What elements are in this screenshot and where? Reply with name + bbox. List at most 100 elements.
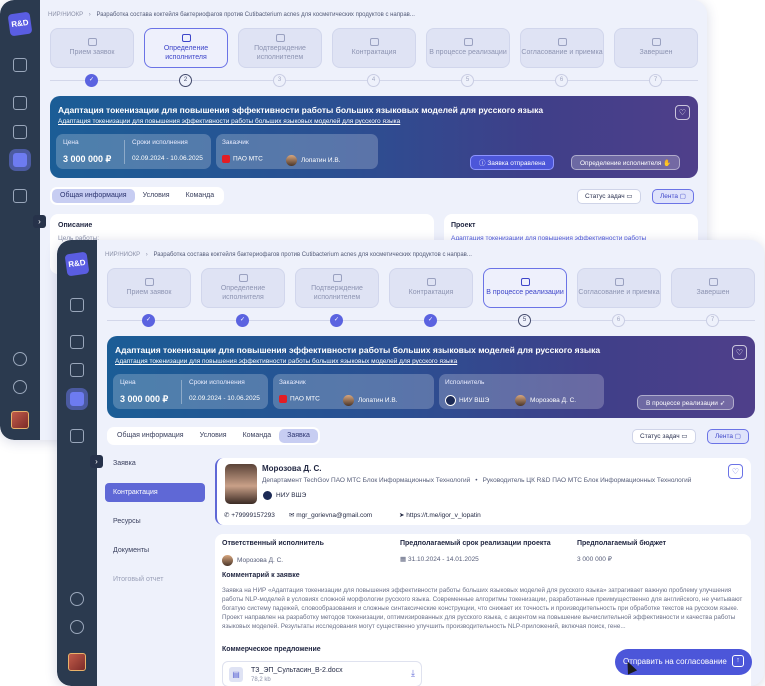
comment-paragraph: Проект направлен на разработку методов т…	[222, 614, 736, 630]
mail-icon[interactable]	[13, 189, 27, 203]
bell-icon[interactable]	[70, 620, 84, 634]
nav-documents[interactable]: Документы	[105, 541, 205, 560]
nav-final-report[interactable]: Итоговый отчет	[105, 570, 205, 589]
folder-icon[interactable]	[13, 96, 27, 110]
help-icon[interactable]	[70, 592, 84, 606]
step-executor-selection[interactable]: Определение исполнителя	[201, 268, 285, 308]
step-label: Определение исполнителя	[220, 285, 266, 301]
user-avatar[interactable]	[11, 411, 29, 429]
step-check-icon: ✓	[85, 74, 98, 87]
step-approval[interactable]: Согласование и приемка	[520, 28, 604, 68]
folder-icon[interactable]	[70, 335, 84, 349]
breadcrumb-root[interactable]: НИР/НИОКР	[48, 12, 83, 18]
step-contracting[interactable]: Контрактация	[389, 268, 473, 308]
period-label: Предполагаемый срок реализации проекта	[400, 540, 551, 547]
application-sent-button[interactable]: ⓘ Заявка отправлена	[470, 155, 555, 170]
executor-label: Исполнитель	[445, 379, 485, 386]
step-contracting[interactable]: Контрактация	[332, 28, 416, 68]
step-completed[interactable]: Завершен	[671, 268, 755, 308]
tab-general[interactable]: Общая информация	[52, 189, 135, 203]
step-number: 7	[706, 314, 719, 327]
step-icon	[87, 38, 97, 47]
step-icon	[238, 274, 248, 283]
project-subtitle-link[interactable]: Адаптация токенизации для повышения эффе…	[115, 358, 457, 365]
stage-button[interactable]: Определение исполнителя ✋	[571, 155, 681, 170]
person-avatar	[515, 395, 526, 406]
tab-general[interactable]: Общая информация	[109, 429, 192, 443]
favorite-heart-icon[interactable]: ♡	[732, 345, 747, 360]
step-completed[interactable]: Завершен	[614, 28, 698, 68]
send-for-approval-button[interactable]: Отправить на согласование ↑	[615, 649, 752, 675]
favorite-heart-icon[interactable]: ♡	[675, 105, 690, 120]
project-subtitle-link[interactable]: Адаптация токенизации для повышения эффе…	[58, 118, 400, 125]
workflow-steps: Прием заявок Определение исполнителя Под…	[50, 28, 698, 68]
clipboard-icon[interactable]	[13, 153, 27, 167]
shield-icon[interactable]	[13, 125, 27, 139]
breadcrumb: НИР/НИОКР › Разработка состава коктейля …	[105, 252, 472, 258]
upload-icon: ↑	[732, 655, 744, 667]
shield-icon[interactable]	[70, 363, 84, 377]
tabs: Общая информация Условия Команда	[50, 187, 225, 205]
user-avatar[interactable]	[68, 653, 86, 671]
price-terms-card: Цена 3 000 000 ₽ Сроки исполнения 02.09.…	[113, 374, 268, 409]
step-in-progress[interactable]: В процессе реализации	[483, 268, 567, 308]
step-number: 7	[649, 74, 662, 87]
step-number: 5	[461, 74, 474, 87]
sidebar-collapse-icon[interactable]: ›	[33, 215, 46, 228]
step-executor-confirmation[interactable]: Подтверждение исполнителем	[295, 268, 379, 308]
dashboard-icon[interactable]	[70, 298, 84, 312]
step-executor-confirmation[interactable]: Подтверждение исполнителем	[238, 28, 322, 68]
mail-icon[interactable]	[70, 429, 84, 443]
nav-contracting[interactable]: Контрактация	[105, 483, 205, 502]
dashboard-icon[interactable]	[13, 58, 27, 72]
step-label: Завершен	[639, 49, 673, 57]
tab-conditions[interactable]: Условия	[135, 189, 178, 203]
clipboard-icon[interactable]	[70, 392, 84, 406]
favorite-heart-icon[interactable]: ♡	[728, 464, 743, 479]
workflow-steps: Прием заявок Определение исполнителя Под…	[107, 268, 755, 308]
executor-org: НИУ ВШЭ	[445, 395, 489, 406]
task-status-button[interactable]: Статус задач ▭	[577, 189, 641, 204]
step-label: В процессе реализации	[429, 49, 507, 57]
feed-button[interactable]: Лента ▢	[707, 429, 749, 444]
step-check-icon: ✓	[236, 314, 249, 327]
nav-application[interactable]: Заявка	[105, 454, 205, 473]
nav-resources[interactable]: Ресурсы	[105, 512, 205, 531]
tab-team[interactable]: Команда	[178, 189, 223, 203]
profile-phone[interactable]: ✆ +79999157293	[224, 511, 275, 519]
step-label: Определение исполнителя	[163, 45, 209, 61]
price-label: Цена	[120, 379, 136, 386]
task-status-button[interactable]: Статус задач ▭	[632, 429, 696, 444]
divider	[181, 380, 182, 404]
attached-file[interactable]: ▤ ТЗ_ЭП_Сультасин_В-2.docx 78,2 kb ⤓	[222, 661, 422, 686]
tab-team[interactable]: Команда	[235, 429, 280, 443]
budget-label: Предполагаемый бюджет	[577, 540, 667, 547]
step-executor-selection[interactable]: Определение исполнителя	[144, 28, 228, 68]
feed-button[interactable]: Лента ▢	[652, 189, 694, 204]
executor-field-label: Ответственный исполнитель	[222, 540, 324, 547]
help-icon[interactable]	[13, 352, 27, 366]
step-approval[interactable]: Согласование и приемка	[577, 268, 661, 308]
tab-conditions[interactable]: Условия	[192, 429, 235, 443]
profile-telegram[interactable]: ➤ https://t.me/igor_v_lopatin	[399, 511, 481, 519]
bell-icon[interactable]	[13, 380, 27, 394]
stage-button[interactable]: В процессе реализации ➶	[637, 395, 735, 410]
step-label: Согласование и приемка	[578, 289, 660, 297]
tab-application[interactable]: Заявка	[279, 429, 318, 443]
step-number: 4	[367, 74, 380, 87]
step-intake[interactable]: Прием заявок	[50, 28, 134, 68]
breadcrumb: НИР/НИОКР › Разработка состава коктейля …	[48, 12, 415, 18]
step-intake[interactable]: Прием заявок	[107, 268, 191, 308]
step-label: Контрактация	[408, 289, 454, 297]
sidebar-collapse-icon[interactable]: ›	[90, 455, 103, 468]
customer-label: Заказчик	[279, 379, 306, 386]
hse-logo-icon	[262, 490, 273, 501]
project-title-label: Проект	[451, 222, 476, 229]
step-label: В процессе реализации	[486, 289, 564, 297]
profile-email[interactable]: ✉ mgr_gorievna@gmail.com	[289, 511, 372, 519]
commercial-offer-label: Коммерческое предложение	[222, 646, 321, 653]
breadcrumb-root[interactable]: НИР/НИОКР	[105, 252, 140, 258]
step-in-progress[interactable]: В процессе реализации	[426, 28, 510, 68]
download-icon[interactable]: ⤓	[411, 668, 415, 679]
step-icon	[369, 38, 379, 47]
